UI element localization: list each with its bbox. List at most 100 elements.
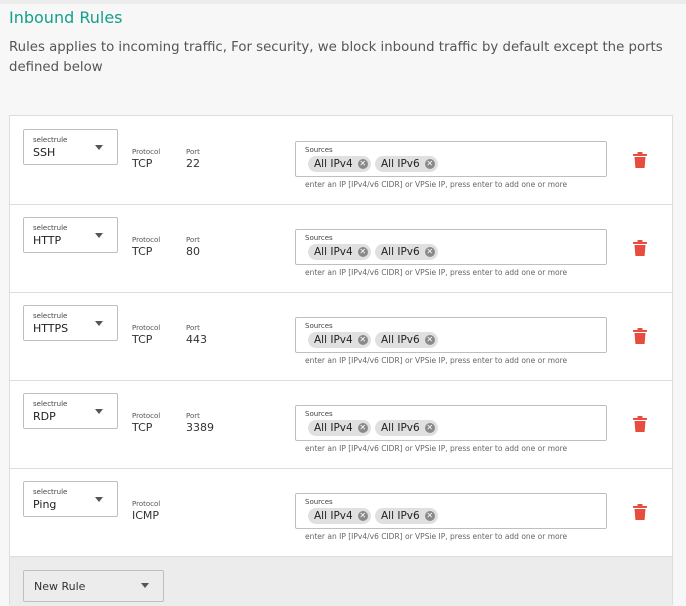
remove-chip-icon[interactable]: ✕ — [424, 159, 435, 169]
remove-chip-icon[interactable]: ✕ — [424, 335, 435, 345]
page-title: Inbound Rules — [9, 8, 123, 27]
source-chip-label: All IPv6 — [381, 510, 420, 522]
rule-select-value: RDP — [33, 410, 56, 423]
sources-label: Sources — [305, 146, 333, 154]
protocol-value: TCP — [132, 333, 153, 346]
rule-select-value: Ping — [33, 498, 57, 511]
source-chip: All IPv4 ✕ — [308, 420, 371, 436]
remove-chip-icon[interactable]: ✕ — [357, 247, 368, 257]
rule-select-value: HTTP — [33, 234, 62, 247]
sources-label: Sources — [305, 322, 333, 330]
protocol-label: Protocol — [132, 500, 161, 508]
source-chip: All IPv6 ✕ — [375, 156, 438, 172]
sources-hint: enter an IP [IPv4/v6 CIDR] or VPSie IP, … — [305, 356, 568, 365]
source-chip-label: All IPv4 — [314, 510, 353, 522]
rule-select[interactable]: selectrule RDP — [23, 393, 118, 429]
top-strip — [0, 0, 686, 4]
source-chip-label: All IPv4 — [314, 422, 353, 434]
rule-row: selectrule Ping Protocol ICMP Sources All IPv… — [10, 468, 672, 557]
remove-chip-icon[interactable]: ✕ — [424, 423, 435, 433]
new-rule-dropdown[interactable]: New Rule — [23, 570, 164, 602]
rule-row: selectrule HTTP Protocol TCP Port 80 Sources Al… — [10, 204, 672, 293]
trash-icon[interactable] — [633, 240, 647, 256]
source-chip: All IPv4 ✕ — [308, 332, 371, 348]
protocol-label: Protocol — [132, 324, 161, 332]
sources-input[interactable]: Sources All IPv4 ✕ All IPv6 ✕ — [295, 405, 607, 441]
protocol-value: TCP — [132, 421, 153, 434]
source-chip-label: All IPv6 — [381, 158, 420, 170]
rule-select-label: selectrule — [33, 488, 68, 496]
source-chip-label: All IPv4 — [314, 158, 353, 170]
rules-panel: New Rule selectrule SSH Protocol TCP Port 22 S… — [9, 115, 673, 606]
sources-hint: enter an IP [IPv4/v6 CIDR] or VPSie IP, … — [305, 268, 568, 277]
remove-chip-icon[interactable]: ✕ — [424, 247, 435, 257]
rule-select[interactable]: selectrule SSH — [23, 129, 118, 165]
page-description: Rules applies to incoming traffic, For s… — [9, 40, 663, 75]
remove-chip-icon[interactable]: ✕ — [424, 511, 435, 521]
chevron-down-icon — [141, 583, 149, 588]
source-chip-label: All IPv6 — [381, 246, 420, 258]
sources-input[interactable]: Sources All IPv4 ✕ All IPv6 ✕ — [295, 317, 607, 353]
port-label: Port — [186, 148, 200, 156]
trash-icon[interactable] — [633, 504, 647, 520]
sources-label: Sources — [305, 410, 333, 418]
rule-select-label: selectrule — [33, 312, 68, 320]
sources-label: Sources — [305, 234, 333, 242]
source-chip: All IPv6 ✕ — [375, 244, 438, 260]
port-value: 443 — [186, 333, 207, 346]
rule-select-value: HTTPS — [33, 322, 69, 335]
chevron-down-icon — [95, 233, 103, 238]
chevron-down-icon — [95, 321, 103, 326]
sources-input[interactable]: Sources All IPv4 ✕ All IPv6 ✕ — [295, 229, 607, 265]
rule-row: selectrule SSH Protocol TCP Port 22 Sources All… — [10, 116, 672, 205]
port-label: Port — [186, 324, 200, 332]
rules-footer: New Rule — [10, 557, 672, 606]
sources-input[interactable]: Sources All IPv4 ✕ All IPv6 ✕ — [295, 141, 607, 177]
chevron-down-icon — [95, 145, 103, 150]
port-value: 3389 — [186, 421, 214, 434]
remove-chip-icon[interactable]: ✕ — [357, 423, 368, 433]
remove-chip-icon[interactable]: ✕ — [357, 511, 368, 521]
source-chip: All IPv4 ✕ — [308, 244, 371, 260]
sources-hint: enter an IP [IPv4/v6 CIDR] or VPSie IP, … — [305, 444, 568, 453]
source-chip: All IPv4 ✕ — [308, 156, 371, 172]
protocol-label: Protocol — [132, 236, 161, 244]
port-value: 80 — [186, 245, 200, 258]
source-chip-label: All IPv4 — [314, 246, 353, 258]
port-value: 22 — [186, 157, 200, 170]
protocol-label: Protocol — [132, 412, 161, 420]
protocol-value: TCP — [132, 245, 153, 258]
remove-chip-icon[interactable]: ✕ — [357, 159, 368, 169]
trash-icon[interactable] — [633, 416, 647, 432]
sources-hint: enter an IP [IPv4/v6 CIDR] or VPSie IP, … — [305, 180, 568, 189]
protocol-value: ICMP — [132, 509, 160, 522]
chevron-down-icon — [95, 409, 103, 414]
protocol-label: Protocol — [132, 148, 161, 156]
rule-select[interactable]: selectrule HTTPS — [23, 305, 118, 341]
source-chip-label: All IPv4 — [314, 334, 353, 346]
trash-icon[interactable] — [633, 328, 647, 344]
remove-chip-icon[interactable]: ✕ — [357, 335, 368, 345]
rule-select[interactable]: selectrule HTTP — [23, 217, 118, 253]
rule-select-label: selectrule — [33, 136, 68, 144]
source-chip-label: All IPv6 — [381, 422, 420, 434]
chevron-down-icon — [95, 497, 103, 502]
port-label: Port — [186, 236, 200, 244]
rule-select-label: selectrule — [33, 224, 68, 232]
source-chip-label: All IPv6 — [381, 334, 420, 346]
sources-label: Sources — [305, 498, 333, 506]
source-chip: All IPv4 ✕ — [308, 508, 371, 524]
rule-row: selectrule HTTPS Protocol TCP Port 443 Sources… — [10, 292, 672, 381]
rule-row: selectrule RDP Protocol TCP Port 3389 Sources A… — [10, 380, 672, 469]
new-rule-label: New Rule — [34, 580, 86, 593]
protocol-value: TCP — [132, 157, 153, 170]
sources-hint: enter an IP [IPv4/v6 CIDR] or VPSie IP, … — [305, 532, 568, 541]
rule-select-value: SSH — [33, 146, 56, 159]
rule-select-label: selectrule — [33, 400, 68, 408]
source-chip: All IPv6 ✕ — [375, 420, 438, 436]
sources-input[interactable]: Sources All IPv4 ✕ All IPv6 ✕ — [295, 493, 607, 529]
trash-icon[interactable] — [633, 152, 647, 168]
port-label: Port — [186, 412, 200, 420]
source-chip: All IPv6 ✕ — [375, 508, 438, 524]
rule-select[interactable]: selectrule Ping — [23, 481, 118, 517]
